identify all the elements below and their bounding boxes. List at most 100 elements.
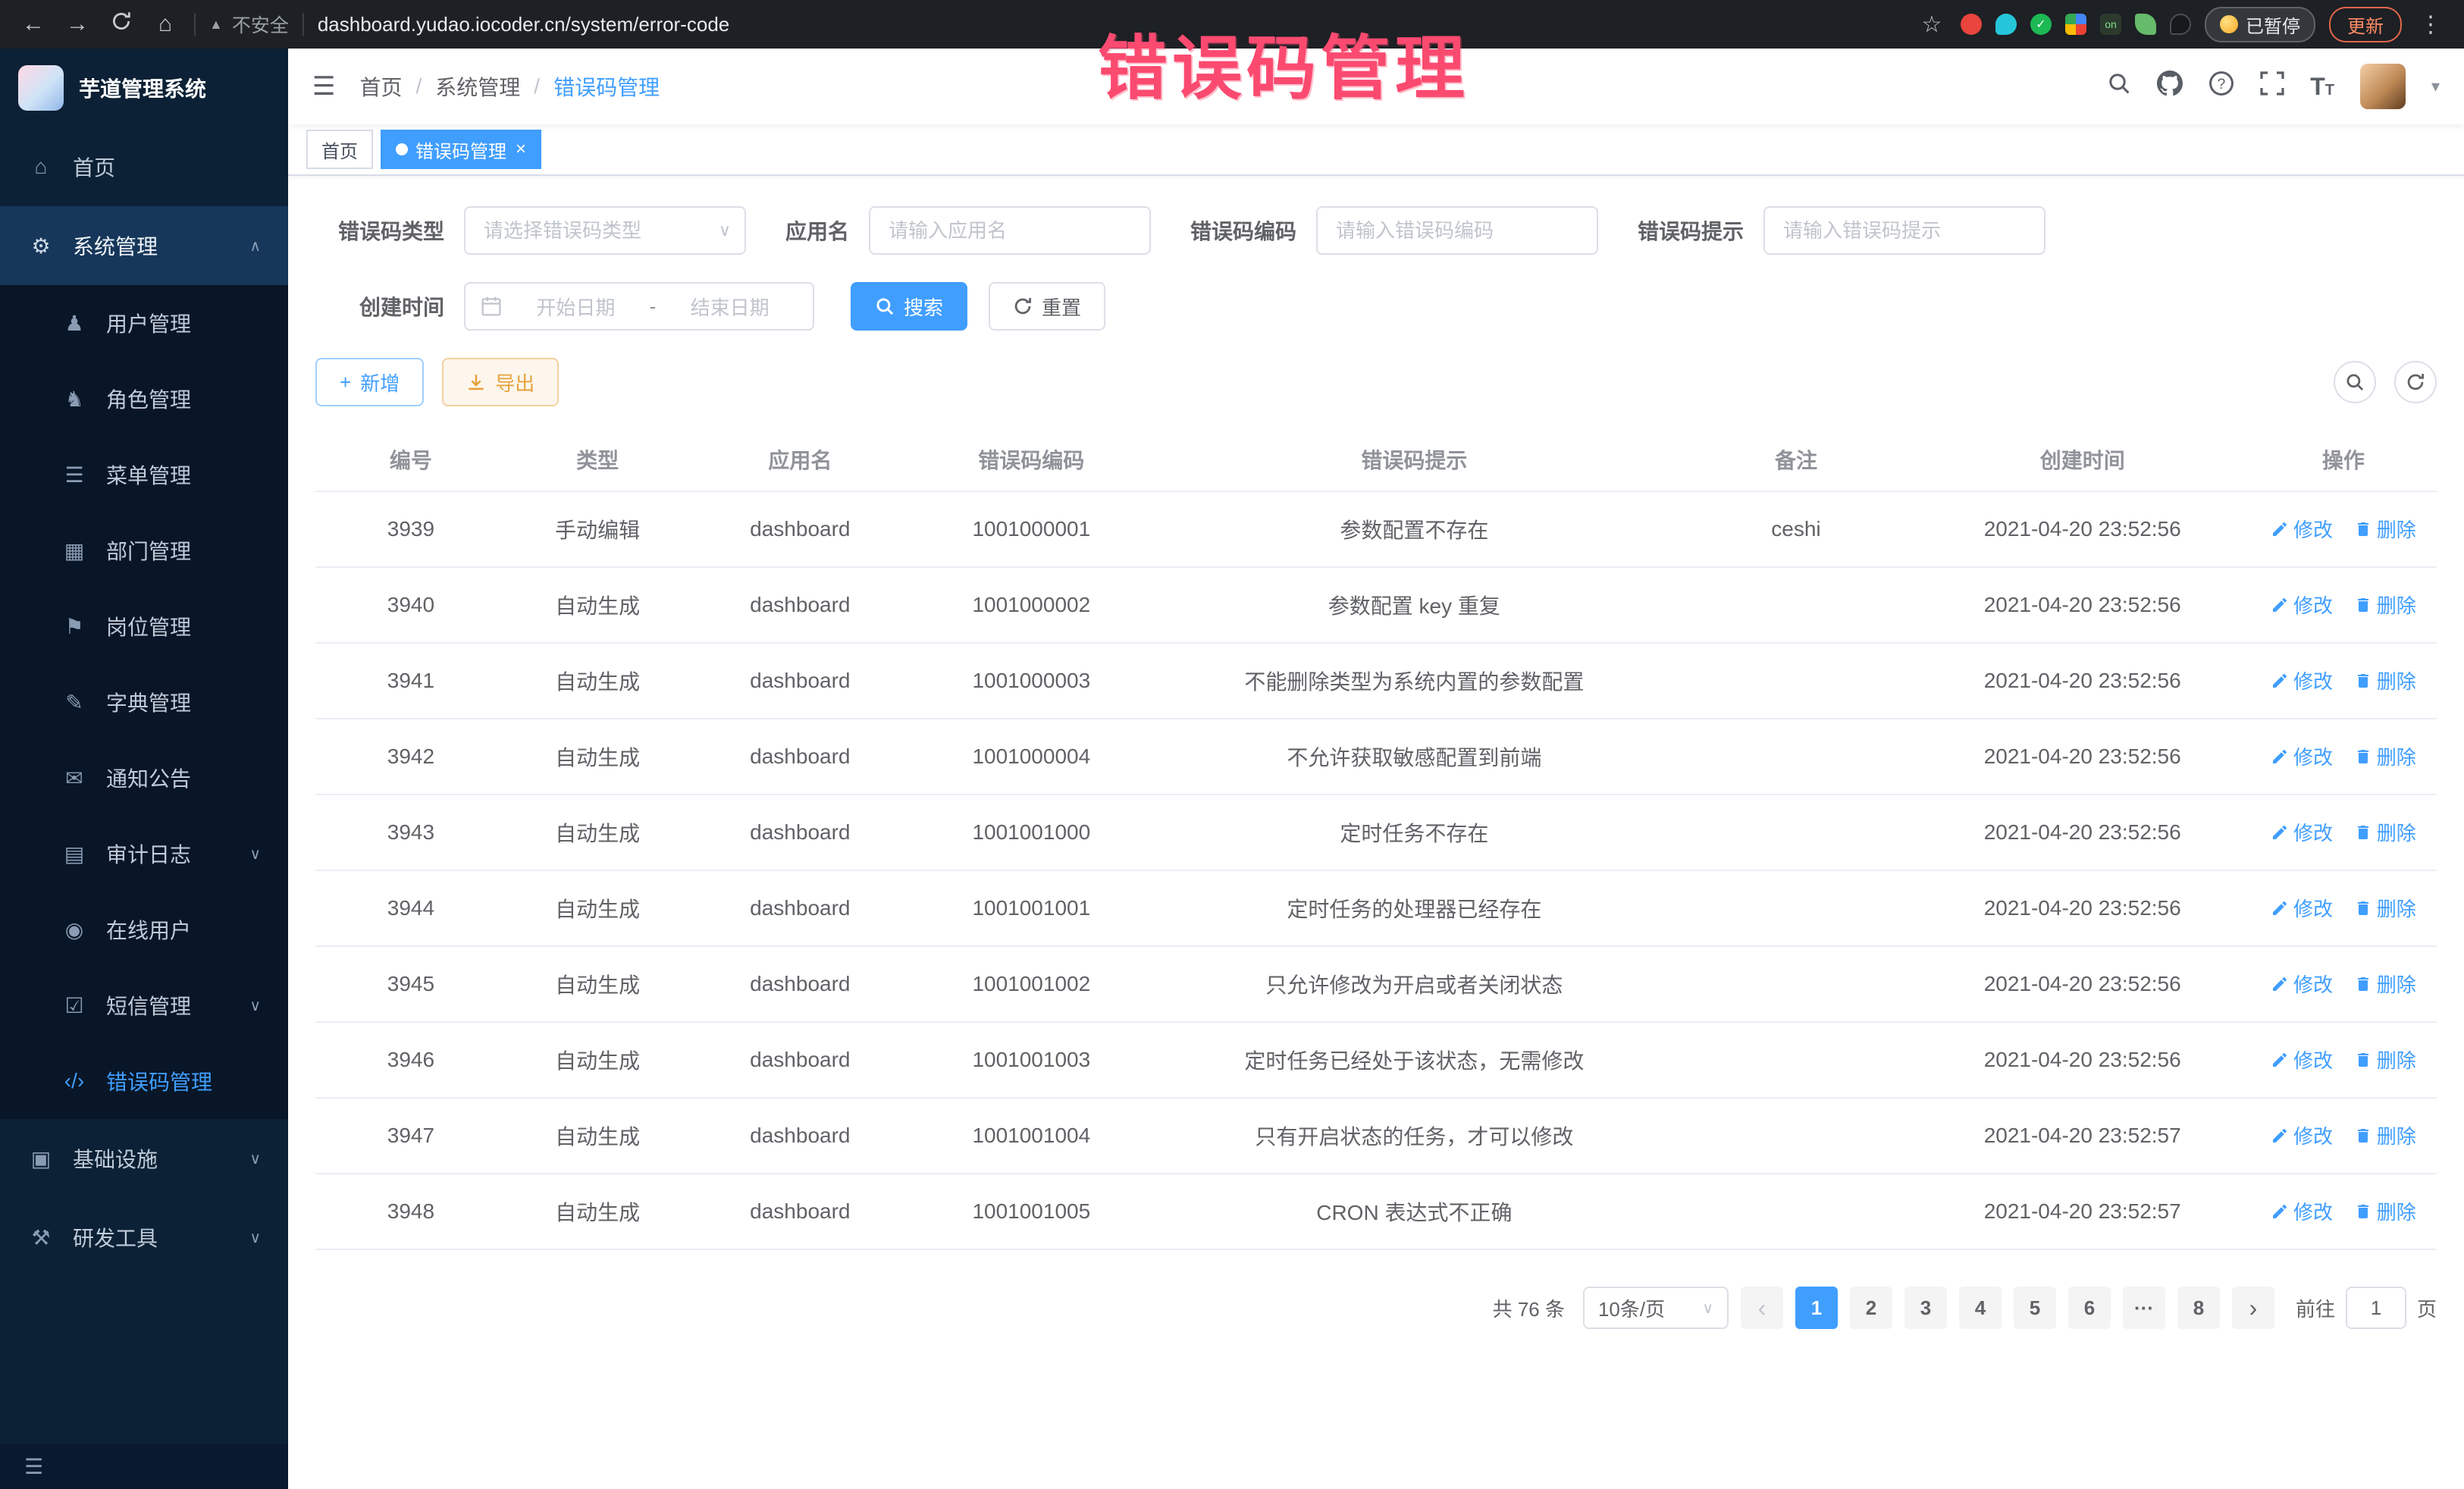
page-number-button[interactable]: 6	[2068, 1287, 2111, 1329]
subitem-icon: ▦	[61, 538, 88, 563]
subitem-icon: ▤	[61, 842, 88, 867]
app-logo[interactable]: 芋道管理系统	[0, 49, 288, 127]
edit-link[interactable]: 修改	[2271, 970, 2333, 998]
page-size-select[interactable]: 10条/页 ∨	[1583, 1287, 1729, 1329]
tab-error-code[interactable]: 错误码管理 ×	[381, 130, 541, 169]
export-button[interactable]: 导出	[442, 358, 559, 406]
page-number-button[interactable]: 2	[1850, 1287, 1892, 1329]
sidebar-item[interactable]: ▣ 基础设施 ∨	[0, 1119, 288, 1198]
page-number-button[interactable]: 4	[1959, 1287, 2002, 1329]
pencil-icon	[2271, 975, 2289, 993]
font-size-icon[interactable]: TT	[2310, 74, 2334, 99]
delete-link[interactable]: 删除	[2354, 666, 2416, 694]
extension-icon[interactable]	[1995, 14, 2017, 35]
tab-home[interactable]: 首页	[306, 130, 373, 169]
sidebar-subitem[interactable]: ▦ 部门管理	[0, 513, 288, 588]
sidebar-subitem[interactable]: ‹/› 错误码管理	[0, 1043, 288, 1119]
forward-icon[interactable]: →	[62, 11, 92, 37]
edit-link[interactable]: 修改	[2271, 1121, 2333, 1149]
extension-icon[interactable]	[2135, 14, 2156, 35]
sidebar-subitem[interactable]: ◉ 在线用户	[0, 892, 288, 967]
cell-actions: 修改 删除	[2250, 567, 2437, 643]
edit-link[interactable]: 修改	[2271, 1045, 2333, 1074]
sidebar-item-system[interactable]: ⚙ 系统管理 ∧	[0, 206, 288, 285]
hamburger-icon[interactable]: ☰	[312, 71, 335, 102]
edit-link[interactable]: 修改	[2271, 515, 2333, 543]
back-icon[interactable]: ←	[18, 11, 49, 37]
page-number-button[interactable]: ···	[2123, 1287, 2165, 1329]
sidebar-subitem[interactable]: ☑ 短信管理 ∨	[0, 967, 288, 1043]
breadcrumb-home[interactable]: 首页	[359, 71, 402, 102]
search-button[interactable]: 搜索	[851, 282, 967, 331]
sidebar-item-home[interactable]: ⌂ 首页	[0, 127, 288, 206]
security-indicator[interactable]: ▲ 不安全	[209, 11, 289, 38]
extension-icon[interactable]: ✓	[2030, 14, 2052, 35]
delete-link[interactable]: 删除	[2354, 894, 2416, 922]
fullscreen-icon[interactable]	[2260, 71, 2284, 102]
close-icon[interactable]: ×	[516, 139, 526, 160]
add-button[interactable]: + 新增	[315, 358, 424, 406]
app-name-input[interactable]	[869, 206, 1151, 255]
toggle-search-button[interactable]	[2334, 361, 2376, 403]
total-count: 共 76 条	[1493, 1294, 1565, 1322]
sidebar-subitem[interactable]: ☰ 菜单管理	[0, 437, 288, 513]
delete-link[interactable]: 删除	[2354, 591, 2416, 619]
cell-app: dashboard	[688, 719, 911, 795]
error-message-input[interactable]	[1763, 206, 2045, 255]
extension-icon[interactable]: on	[2100, 14, 2121, 35]
delete-link[interactable]: 删除	[2354, 515, 2416, 543]
error-type-select[interactable]	[464, 206, 746, 255]
extension-icon[interactable]	[2170, 14, 2191, 35]
date-range-picker[interactable]: 开始日期 - 结束日期	[464, 282, 814, 331]
next-page-button[interactable]: ›	[2232, 1287, 2274, 1329]
edit-link[interactable]: 修改	[2271, 742, 2333, 770]
extension-icon[interactable]	[1961, 14, 1982, 35]
help-icon[interactable]: ?	[2209, 71, 2234, 102]
sidebar-subitem[interactable]: ⚑ 岗位管理	[0, 588, 288, 664]
caret-down-icon[interactable]: ▾	[2431, 77, 2440, 96]
sidebar-subitem[interactable]: ♟ 用户管理	[0, 285, 288, 361]
reset-button[interactable]: 重置	[989, 282, 1105, 331]
sidebar-subitem[interactable]: ♞ 角色管理	[0, 361, 288, 437]
kebab-menu-icon[interactable]: ⋮	[2415, 11, 2446, 38]
breadcrumb-system[interactable]: 系统管理	[435, 71, 520, 102]
cell-created: 2021-04-20 23:52:56	[1915, 795, 2250, 870]
delete-link[interactable]: 删除	[2354, 818, 2416, 846]
delete-link[interactable]: 删除	[2354, 1045, 2416, 1074]
search-icon	[2345, 372, 2365, 392]
url-bar[interactable]: dashboard.yudao.iocoder.cn/system/error-…	[318, 13, 729, 36]
page-number-button[interactable]: 3	[1904, 1287, 1947, 1329]
edit-link[interactable]: 修改	[2271, 818, 2333, 846]
delete-link[interactable]: 删除	[2354, 1121, 2416, 1149]
search-icon[interactable]	[2107, 71, 2131, 102]
delete-link[interactable]: 删除	[2354, 742, 2416, 770]
page-number-button[interactable]: 5	[2014, 1287, 2056, 1329]
sidebar-collapse-bar[interactable]: ☰	[0, 1444, 288, 1489]
reload-icon[interactable]	[106, 11, 136, 38]
edit-link[interactable]: 修改	[2271, 894, 2333, 922]
delete-link[interactable]: 删除	[2354, 970, 2416, 998]
refresh-table-button[interactable]	[2394, 361, 2437, 403]
edit-link[interactable]: 修改	[2271, 666, 2333, 694]
github-icon[interactable]	[2157, 71, 2183, 102]
goto-page-input[interactable]	[2346, 1287, 2406, 1329]
sidebar-item-label: 首页	[73, 152, 115, 182]
sidebar-subitem[interactable]: ✉ 通知公告	[0, 740, 288, 816]
home-icon[interactable]: ⌂	[150, 11, 180, 37]
delete-link[interactable]: 删除	[2354, 1197, 2416, 1225]
user-avatar[interactable]	[2360, 64, 2406, 109]
sidebar-subitem[interactable]: ✎ 字典管理	[0, 664, 288, 740]
sidebar-subitem[interactable]: ▤ 审计日志 ∨	[0, 816, 288, 892]
sidebar-item[interactable]: ⚒ 研发工具 ∨	[0, 1198, 288, 1277]
profile-paused-badge[interactable]: 已暂停	[2205, 7, 2315, 42]
prev-page-button[interactable]: ‹	[1741, 1287, 1783, 1329]
page-number-button[interactable]: 8	[2177, 1287, 2220, 1329]
extension-icon[interactable]	[2065, 14, 2086, 35]
browser-update-button[interactable]: 更新	[2329, 7, 2402, 42]
bookmark-star-icon[interactable]: ☆	[1917, 11, 1947, 38]
edit-link[interactable]: 修改	[2271, 1197, 2333, 1225]
edit-link[interactable]: 修改	[2271, 591, 2333, 619]
cell-type: 自动生成	[506, 1022, 689, 1098]
error-code-input[interactable]	[1316, 206, 1598, 255]
page-number-button[interactable]: 1	[1795, 1287, 1838, 1329]
